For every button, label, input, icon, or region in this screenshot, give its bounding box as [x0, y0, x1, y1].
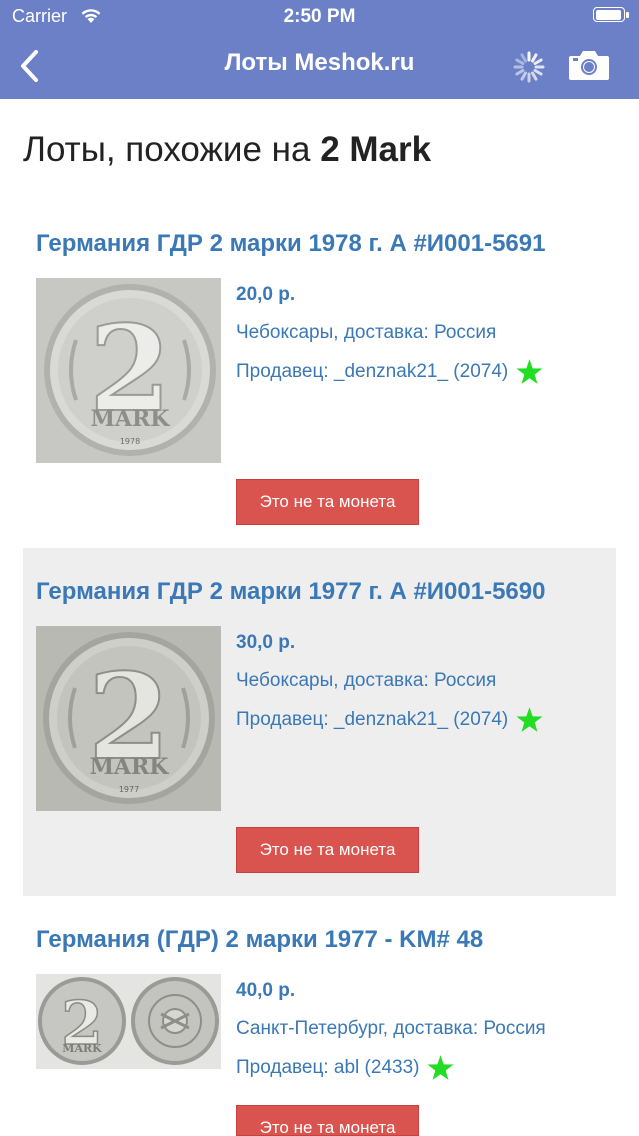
star-icon	[427, 1055, 455, 1080]
lot-title[interactable]: Германия ГДР 2 марки 1977 г. А #И001-569…	[36, 578, 545, 606]
lot-price: 40,0 р.	[236, 980, 296, 1001]
not-this-coin-button[interactable]: Это не та монета	[236, 827, 419, 873]
star-icon	[516, 707, 543, 732]
activity-spinner-icon	[513, 51, 545, 83]
svg-text:MARK: MARK	[91, 406, 171, 432]
status-bar: Carrier 2:50 PM	[0, 0, 639, 34]
lot-price: 30,0 р.	[236, 632, 296, 653]
page-title: Лоты, похожие на 2 Mark	[23, 130, 431, 170]
battery-icon	[593, 7, 629, 24]
not-this-coin-button[interactable]: Это не та монета	[236, 479, 419, 525]
lot-card: Германия ГДР 2 марки 1977 г. А #И001-569…	[23, 548, 616, 896]
lot-title[interactable]: Германия ГДР 2 марки 1978 г. А #И001-569…	[36, 230, 545, 258]
lot-location: Чебоксары, доставка: Россия	[236, 322, 497, 343]
lot-image[interactable]: 2 MARK	[36, 974, 221, 1069]
lot-card: Германия ГДР 2 марки 1978 г. А #И001-569…	[23, 200, 616, 548]
lot-seller[interactable]: Продавец: abl (2433)	[236, 1055, 455, 1081]
lot-seller-text[interactable]: Продавец: _denznak21_ (2074)	[236, 361, 508, 382]
svg-text:1978: 1978	[120, 437, 140, 446]
page-title-prefix: Лоты, похожие на	[23, 130, 321, 169]
lot-image[interactable]: 2 MARK 1978	[36, 278, 221, 463]
clock: 2:50 PM	[283, 6, 356, 27]
lot-price: 20,0 р.	[236, 284, 296, 305]
lot-seller[interactable]: Продавец: _denznak21_ (2074)	[236, 359, 543, 385]
page-title-query: 2 Mark	[320, 130, 432, 169]
lot-location: Чебоксары, доставка: Россия	[236, 670, 497, 691]
lot-seller-text[interactable]: Продавец: abl (2433)	[236, 1057, 419, 1078]
svg-text:MARK: MARK	[62, 1042, 102, 1055]
star-icon	[516, 359, 543, 384]
lot-title[interactable]: Германия (ГДР) 2 марки 1977 - KM# 48	[36, 926, 483, 954]
lot-card: Германия (ГДР) 2 марки 1977 - KM# 48 2 M…	[23, 896, 616, 1136]
camera-icon[interactable]	[567, 47, 611, 83]
svg-text:1977: 1977	[119, 785, 139, 794]
not-this-coin-button[interactable]: Это не та монета	[236, 1105, 419, 1136]
lot-seller-text[interactable]: Продавец: _denznak21_ (2074)	[236, 709, 508, 730]
lot-image[interactable]: 2 MARK 1977	[36, 626, 221, 811]
lot-location: Санкт-Петербург, доставка: Россия	[236, 1018, 546, 1039]
navigation-bar: Carrier 2:50 PM Лоты Meshok.ru	[0, 0, 639, 99]
svg-text:MARK: MARK	[90, 754, 170, 780]
lot-seller[interactable]: Продавец: _denznak21_ (2074)	[236, 707, 543, 733]
